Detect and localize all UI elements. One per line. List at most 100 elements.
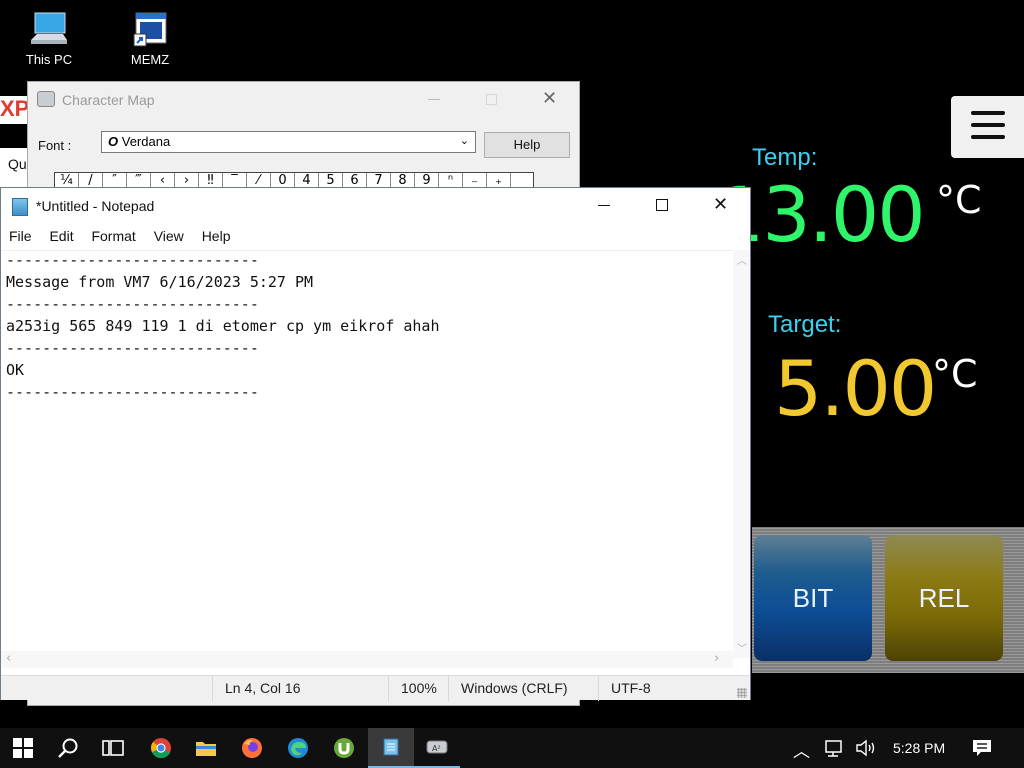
status-bar: Ln 4, Col 16 100% Windows (CRLF) UTF-8 — [1, 675, 750, 701]
font-type-icon: O — [108, 134, 119, 149]
status-line-ending: Windows (CRLF) — [448, 676, 598, 701]
action-center-icon[interactable] — [972, 739, 992, 761]
character-cell[interactable]: 8 — [391, 173, 415, 187]
status-encoding: UTF-8 — [598, 676, 738, 701]
fragment-text: XP — [0, 96, 27, 121]
task-view-icon[interactable] — [90, 728, 136, 768]
text-line: Message from VM7 6/16/2023 5:27 PM — [6, 273, 314, 291]
character-cell[interactable]: ₊ — [487, 173, 511, 187]
character-map-titlebar[interactable]: Character Map ✕ — [28, 82, 579, 118]
menu-format[interactable]: Format — [91, 228, 135, 244]
start-icon[interactable] — [0, 728, 46, 768]
scroll-down-icon[interactable]: ﹀ — [737, 640, 747, 655]
notepad-icon[interactable] — [368, 728, 414, 768]
partial-window-fragment: XP — [0, 96, 27, 124]
horizontal-scrollbar[interactable]: ‹ › — [1, 651, 733, 668]
minimize-icon[interactable] — [598, 205, 610, 206]
menu-view[interactable]: View — [154, 228, 184, 244]
taskbar: A² ︿ 5:28 PM — [0, 728, 1024, 768]
desktop-icon-label: MEMZ — [130, 52, 170, 67]
font-select[interactable]: O Verdana ⌄ — [101, 131, 476, 153]
temp-unit: °C — [936, 178, 982, 222]
charmap-icon[interactable]: A² — [414, 728, 460, 768]
resize-grip-icon[interactable] — [737, 688, 747, 698]
chevron-down-icon: ⌄ — [459, 135, 469, 147]
desktop-icon-memz[interactable]: MEMZ — [110, 10, 190, 67]
character-cell[interactable]: ‹ — [151, 173, 175, 187]
network-icon[interactable] — [825, 740, 845, 762]
menu-icon — [971, 135, 1005, 139]
maximize-icon[interactable] — [656, 199, 668, 211]
temp-label: Temp: — [752, 144, 818, 171]
character-cell[interactable]: ⁿ — [439, 173, 463, 187]
scroll-right-icon[interactable]: › — [714, 651, 719, 666]
text-line: a253ig 565 849 119 1 di etomer cp ym eik… — [6, 317, 440, 335]
character-cell[interactable]: 5 — [319, 173, 343, 187]
character-map-title: Character Map — [62, 92, 155, 108]
show-hidden-icons-icon[interactable]: ︿ — [793, 737, 810, 762]
hamburger-menu-button[interactable] — [951, 96, 1024, 158]
character-cell[interactable]: ¼ — [55, 173, 79, 187]
chrome-icon[interactable] — [138, 728, 184, 768]
close-icon[interactable]: ✕ — [542, 88, 557, 109]
target-label: Target: — [768, 311, 842, 338]
font-select-value: Verdana — [121, 134, 171, 149]
volume-icon[interactable] — [855, 739, 877, 761]
vertical-scrollbar[interactable]: ︿ ﹀ — [733, 250, 750, 658]
character-cell[interactable]: 7 — [367, 173, 391, 187]
text-line: ---------------------------- — [6, 339, 259, 357]
help-button-label: Help — [513, 137, 541, 152]
character-grid: ¼ / ″ ‴ ‹ › ‼ ‾ ⁄ 0 4 5 6 7 8 9 ⁿ ₋ ₊ — [54, 172, 534, 188]
file-explorer-icon[interactable] — [183, 728, 229, 768]
target-value: 5.00 — [774, 344, 937, 433]
character-cell[interactable]: / — [79, 173, 103, 187]
bit-button[interactable]: BIT — [754, 535, 872, 661]
partial-window-fragment-2: Qu — [0, 148, 27, 188]
close-icon[interactable]: ✕ — [713, 194, 728, 215]
rel-button-label: REL — [918, 582, 970, 613]
desktop-icon-this-pc[interactable]: This PC — [9, 10, 89, 67]
button-panel: BIT REL — [752, 527, 1024, 673]
character-cell[interactable]: ⁄ — [247, 173, 271, 187]
menu-edit[interactable]: Edit — [49, 228, 73, 244]
bit-button-label: BIT — [792, 582, 834, 613]
menu-icon — [971, 111, 1005, 115]
notepad-window: *Untitled - Notepad ✕ File Edit Format V… — [0, 187, 751, 701]
charmap-app-icon — [37, 91, 55, 107]
character-cell[interactable]: 0 — [271, 173, 295, 187]
character-cell[interactable]: 6 — [343, 173, 367, 187]
text-line: ---------------------------- — [6, 295, 259, 313]
character-cell[interactable]: ₋ — [463, 173, 487, 187]
character-cell[interactable]: ‼ — [199, 173, 223, 187]
firefox-icon[interactable] — [229, 728, 275, 768]
search-icon[interactable] — [45, 728, 91, 768]
scroll-up-icon[interactable]: ︿ — [737, 252, 747, 267]
character-cell[interactable]: ″ — [103, 173, 127, 187]
character-cell[interactable]: 4 — [295, 173, 319, 187]
rel-button[interactable]: REL — [885, 535, 1003, 661]
maximize-icon[interactable] — [486, 94, 497, 105]
character-cell[interactable]: › — [175, 173, 199, 187]
desktop-icon-label: This PC — [25, 52, 73, 67]
status-zoom: 100% — [388, 676, 448, 701]
menu-help[interactable]: Help — [202, 228, 231, 244]
svg-text:A²: A² — [432, 744, 441, 753]
notepad-app-icon — [12, 198, 28, 216]
notepad-title: *Untitled - Notepad — [36, 198, 155, 214]
target-unit: °C — [932, 352, 978, 396]
clock[interactable]: 5:28 PM — [893, 740, 945, 756]
menu-icon — [971, 123, 1005, 127]
utorrent-icon[interactable] — [321, 728, 367, 768]
menu-file[interactable]: File — [9, 228, 32, 244]
scroll-left-icon[interactable]: ‹ — [6, 651, 11, 666]
edge-icon[interactable] — [275, 728, 321, 768]
character-cell[interactable]: ‾ — [223, 173, 247, 187]
character-cell[interactable]: ‴ — [127, 173, 151, 187]
text-line: ---------------------------- — [6, 383, 259, 401]
text-area[interactable]: ---------------------------- Message fro… — [1, 250, 733, 658]
minimize-icon[interactable] — [428, 99, 440, 100]
character-cell[interactable]: 9 — [415, 173, 439, 187]
menu-bar: File Edit Format View Help — [9, 228, 244, 244]
notepad-titlebar[interactable]: *Untitled - Notepad ✕ — [1, 188, 750, 224]
help-button[interactable]: Help — [484, 132, 570, 158]
